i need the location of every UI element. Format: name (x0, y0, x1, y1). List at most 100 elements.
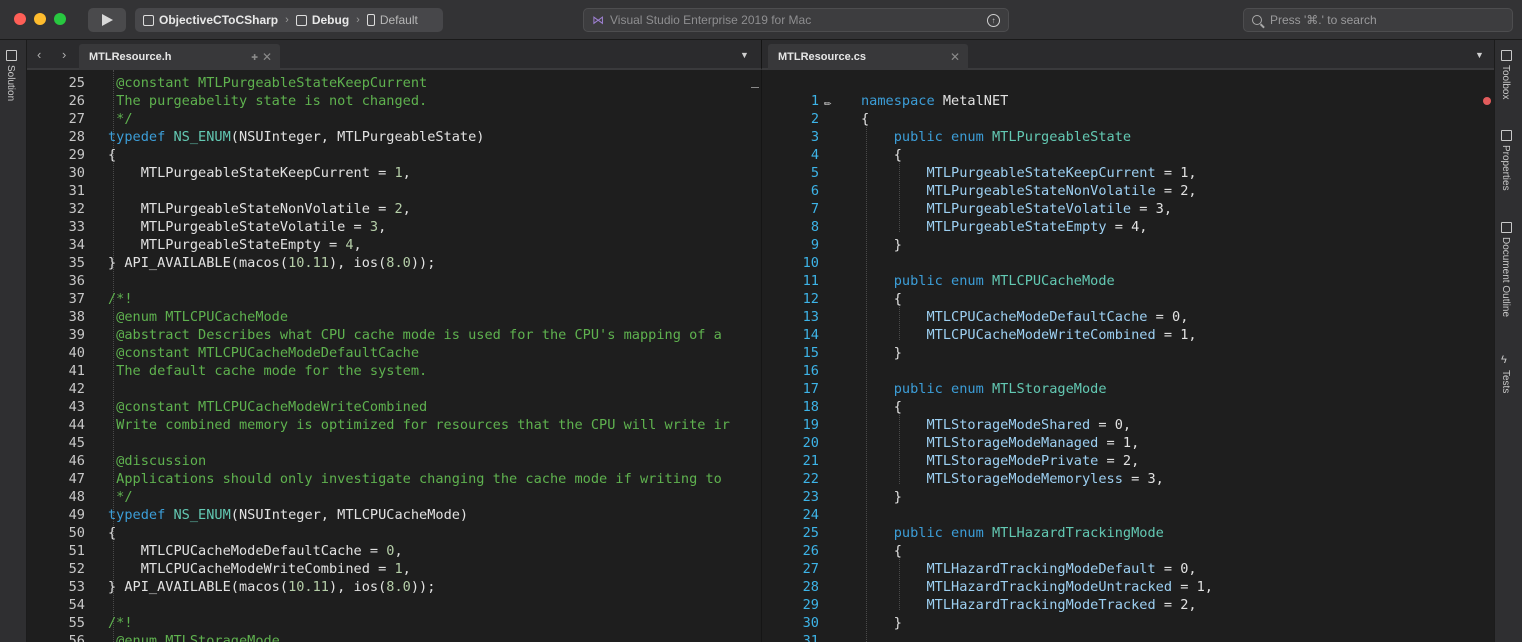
navigate-forward-icon[interactable]: › (62, 47, 66, 62)
tests-pad-tab[interactable]: ϟ Tests (1500, 354, 1511, 393)
code-line[interactable]: 51 MTLCPUCacheModeDefaultCache = 0, (27, 542, 761, 560)
code-token: MTLPurgeableStateVolatile (926, 201, 1132, 217)
code-line[interactable]: 46 @discussion (27, 452, 761, 470)
code-token: } API_AVAILABLE(macos( (108, 579, 289, 595)
device-name[interactable]: Default (380, 13, 418, 27)
code-line[interactable]: 45 (27, 434, 761, 452)
code-line[interactable]: 33 MTLPurgeableStateVolatile = 3, (27, 218, 761, 236)
document-outline-pad-tab[interactable]: Document Outline (1500, 222, 1512, 317)
code-line[interactable]: 7 MTLPurgeableStateVolatile = 3, (762, 200, 1494, 218)
close-window-button[interactable] (14, 13, 26, 25)
code-line[interactable]: 50 { (27, 524, 761, 542)
updates-icon[interactable]: ↑ (987, 14, 1000, 27)
code-line[interactable]: 52 MTLCPUCacheModeWriteCombined = 1, (27, 560, 761, 578)
tab-list-dropdown-icon[interactable]: ▼ (740, 50, 749, 60)
run-button[interactable] (88, 8, 126, 32)
code-line[interactable]: 9 } (762, 236, 1494, 254)
code-line[interactable]: 37 /*! (27, 290, 761, 308)
code-line[interactable]: 2{ (762, 110, 1494, 128)
tab-mtlresource-cs[interactable]: MTLResource.cs ✕ (768, 44, 968, 70)
code-line[interactable]: 18 { (762, 398, 1494, 416)
zoom-window-button[interactable] (54, 13, 66, 25)
code-token: = 3, (1131, 201, 1173, 217)
code-line[interactable]: 11 public enum MTLCPUCacheMode (762, 272, 1494, 290)
code-line[interactable]: 10 (762, 254, 1494, 272)
code-line[interactable]: 55 /*! (27, 614, 761, 632)
code-line[interactable]: 26 { (762, 542, 1494, 560)
code-token: Write combined memory is optimized for r… (108, 417, 730, 433)
code-line[interactable]: 14 MTLCPUCacheModeWriteCombined = 1, (762, 326, 1494, 344)
code-line[interactable]: 4 { (762, 146, 1494, 164)
code-line[interactable]: 25 public enum MTLHazardTrackingMode (762, 524, 1494, 542)
code-line[interactable]: 38 @enum MTLCPUCacheMode (27, 308, 761, 326)
code-line[interactable]: 17 public enum MTLStorageMode (762, 380, 1494, 398)
code-line[interactable]: 34 MTLPurgeableStateEmpty = 4, (27, 236, 761, 254)
code-line[interactable]: 29 MTLHazardTrackingModeTracked = 2, (762, 596, 1494, 614)
pin-icon[interactable]: ✚ (251, 53, 258, 62)
code-line[interactable]: 54 (27, 596, 761, 614)
code-line[interactable]: 5 MTLPurgeableStateKeepCurrent = 1, (762, 164, 1494, 182)
properties-pad-tab[interactable]: Properties (1500, 130, 1512, 191)
code-line[interactable]: 32 MTLPurgeableStateNonVolatile = 2, (27, 200, 761, 218)
code-line[interactable]: 27 */ (27, 110, 761, 128)
code-line[interactable]: 27 MTLHazardTrackingModeDefault = 0, (762, 560, 1494, 578)
code-line[interactable]: 1 namespace MetalNET (762, 92, 1494, 110)
code-line[interactable]: 28 typedef NS_ENUM(NSUInteger, MTLPurgeab… (27, 128, 761, 146)
search-input[interactable]: Press '⌘.' to search (1243, 8, 1513, 32)
code-line[interactable]: 30 } (762, 614, 1494, 632)
code-token: , (402, 201, 411, 217)
code-text: public enum MTLStorageMode (861, 380, 1107, 398)
project-name[interactable]: ObjectiveCToCSharp (159, 13, 278, 27)
code-line[interactable]: 31 (27, 182, 761, 200)
code-token: @abstract Describes what CPU cache mode … (108, 327, 722, 343)
code-line[interactable]: 42 (27, 380, 761, 398)
code-token: 10.11 (288, 579, 329, 595)
right-code-editor[interactable]: ✎ 1 namespace MetalNET 2{3 public enum MTL… (761, 70, 1494, 642)
line-number: 30 (68, 165, 85, 181)
code-line[interactable]: 24 (762, 506, 1494, 524)
code-line[interactable]: 20 MTLStorageModeManaged = 1, (762, 434, 1494, 452)
code-line[interactable]: 26 The purgeabelity state is not changed… (27, 92, 761, 110)
left-code-editor[interactable]: 25 @constant MTLPurgeableStateKeepCurren… (27, 70, 761, 642)
code-token: 8.0 (386, 255, 411, 271)
code-line[interactable]: 43 @constant MTLCPUCacheModeWriteCombine… (27, 398, 761, 416)
code-line[interactable]: 25 @constant MTLPurgeableStateKeepCurren… (27, 74, 761, 92)
navigate-back-icon[interactable]: ‹ (37, 47, 41, 62)
code-line[interactable]: 56 @enum MTLStorageMode (27, 632, 761, 642)
code-line[interactable]: 23 } (762, 488, 1494, 506)
code-line[interactable]: 31 (762, 632, 1494, 642)
code-line[interactable]: 44 Write combined memory is optimized fo… (27, 416, 761, 434)
code-line[interactable]: 48 */ (27, 488, 761, 506)
tab-list-dropdown-icon[interactable]: ▼ (1475, 50, 1484, 60)
toolbox-pad-tab[interactable]: Toolbox (1500, 50, 1512, 99)
code-line[interactable]: 19 MTLStorageModeShared = 0, (762, 416, 1494, 434)
code-line[interactable]: 53} API_AVAILABLE(macos(10.11), ios(8.0)… (27, 578, 761, 596)
code-line[interactable]: 6 MTLPurgeableStateNonVolatile = 2, (762, 182, 1494, 200)
code-line[interactable]: 47 Applications should only investigate … (27, 470, 761, 488)
code-line[interactable]: 39 @abstract Describes what CPU cache mo… (27, 326, 761, 344)
code-line[interactable]: 36 (27, 272, 761, 290)
code-line[interactable]: 12 { (762, 290, 1494, 308)
code-line[interactable]: 21 MTLStorageModePrivate = 2, (762, 452, 1494, 470)
close-tab-icon[interactable]: ✕ (950, 50, 960, 64)
tab-mtlresource-h[interactable]: MTLResource.h ✚ ✕ (79, 44, 280, 70)
code-line[interactable]: 8 MTLPurgeableStateEmpty = 4, (762, 218, 1494, 236)
code-line[interactable]: 16 (762, 362, 1494, 380)
solution-pad-tab[interactable]: Solution (5, 50, 17, 101)
code-line[interactable]: 40 @constant MTLCPUCacheModeDefaultCache (27, 344, 761, 362)
code-line[interactable]: 30 MTLPurgeableStateKeepCurrent = 1, (27, 164, 761, 182)
code-line[interactable]: 49 typedef NS_ENUM(NSUInteger, MTLCPUCach… (27, 506, 761, 524)
code-line[interactable]: 29 { (27, 146, 761, 164)
close-tab-icon[interactable]: ✕ (262, 50, 272, 64)
code-line[interactable]: 3 public enum MTLPurgeableState (762, 128, 1494, 146)
code-line[interactable]: 41 The default cache mode for the system… (27, 362, 761, 380)
configuration-name[interactable]: Debug (312, 13, 349, 27)
code-line[interactable]: 15 } (762, 344, 1494, 362)
code-line[interactable]: 28 MTLHazardTrackingModeUntracked = 1, (762, 578, 1494, 596)
run-configuration-selector[interactable]: ObjectiveCToCSharp › Debug › Default (135, 8, 443, 32)
minimize-window-button[interactable] (34, 13, 46, 25)
code-line[interactable]: 35} API_AVAILABLE(macos(10.11), ios(8.0)… (27, 254, 761, 272)
code-line[interactable]: 22 MTLStorageModeMemoryless = 3, (762, 470, 1494, 488)
status-text: Visual Studio Enterprise 2019 for Mac (610, 13, 812, 27)
code-line[interactable]: 13 MTLCPUCacheModeDefaultCache = 0, (762, 308, 1494, 326)
